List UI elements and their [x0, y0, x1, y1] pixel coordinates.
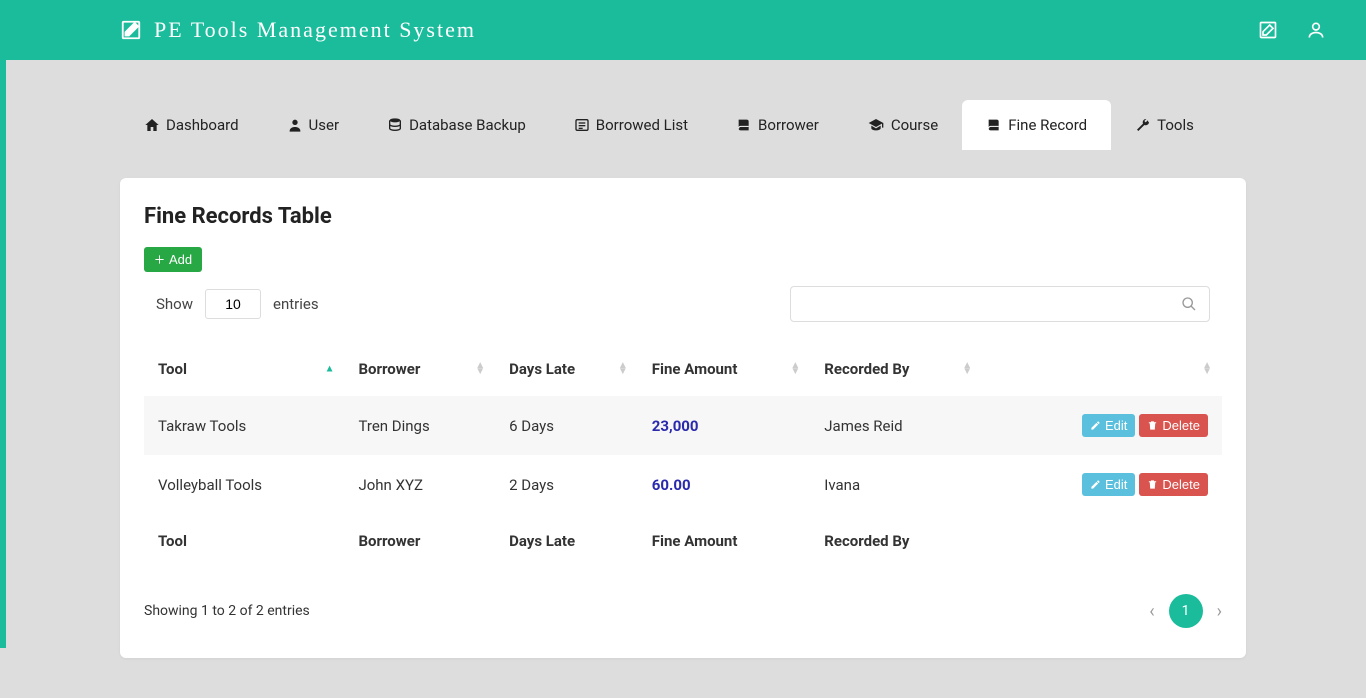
nav-tabs: Dashboard User Database Backup Borrowed …: [120, 100, 1246, 150]
compose-icon[interactable]: [1258, 20, 1278, 40]
cell-days-late: 6 Days: [495, 396, 638, 455]
col-fine-amount[interactable]: Fine Amount▲▼: [638, 342, 810, 396]
tab-database-backup[interactable]: Database Backup: [363, 100, 550, 150]
delete-button[interactable]: Delete: [1139, 473, 1208, 496]
trash-icon: [1147, 420, 1158, 431]
table-info: Showing 1 to 2 of 2 entries: [144, 603, 310, 619]
graduation-icon: [867, 117, 885, 133]
plus-icon: [154, 254, 165, 265]
database-icon: [387, 117, 403, 133]
sidebar-strip: [0, 0, 6, 648]
tab-label: Database Backup: [409, 116, 526, 134]
cell-fine-amount: 23,000: [638, 396, 810, 455]
tab-borrower[interactable]: Borrower: [712, 100, 843, 150]
book-icon: [986, 117, 1002, 133]
sort-icon: ▲▼: [790, 363, 800, 375]
col-days-late[interactable]: Days Late▲▼: [495, 342, 638, 396]
search-icon: [1181, 296, 1197, 312]
tab-tools[interactable]: Tools: [1111, 100, 1218, 150]
edit-button[interactable]: Edit: [1082, 414, 1135, 437]
foot-tool: Tool: [144, 514, 344, 568]
content: Dashboard User Database Backup Borrowed …: [0, 60, 1366, 698]
tab-borrowed-list[interactable]: Borrowed List: [550, 100, 712, 150]
sort-icon: ▲▼: [475, 363, 485, 375]
pencil-icon: [1090, 420, 1101, 431]
tab-dashboard[interactable]: Dashboard: [120, 100, 263, 150]
tab-label: Borrowed List: [596, 116, 688, 134]
user-icon[interactable]: [1306, 20, 1326, 40]
foot-fine-amount: Fine Amount: [638, 514, 810, 568]
show-entries: Show entries: [156, 289, 319, 319]
entries-label: entries: [273, 295, 319, 313]
tab-label: Borrower: [758, 116, 819, 134]
tab-fine-record[interactable]: Fine Record: [962, 100, 1111, 150]
tab-label: Tools: [1157, 116, 1194, 134]
tab-label: User: [309, 116, 340, 134]
sort-icon: ▲▼: [618, 363, 628, 375]
show-label: Show: [156, 295, 193, 313]
delete-button[interactable]: Delete: [1139, 414, 1208, 437]
col-recorded-by[interactable]: Recorded By▲▼: [810, 342, 982, 396]
cell-borrower: Tren Dings: [344, 396, 495, 455]
wrench-icon: [1135, 117, 1151, 133]
table-controls: Show entries: [144, 286, 1222, 322]
pagination: ‹ 1 ›: [1149, 594, 1222, 628]
page-title: Fine Records Table: [144, 204, 1222, 229]
brand-title: PE Tools Management System: [154, 17, 476, 43]
add-button[interactable]: Add: [144, 247, 202, 272]
edit-button[interactable]: Edit: [1082, 473, 1135, 496]
cell-borrower: John XYZ: [344, 455, 495, 514]
fine-records-table: Tool▲ Borrower▲▼ Days Late▲▼ Fine Amount…: [144, 342, 1222, 568]
home-icon: [144, 117, 160, 133]
list-icon: [574, 117, 590, 133]
page-number[interactable]: 1: [1169, 594, 1203, 628]
tab-label: Fine Record: [1008, 116, 1087, 134]
foot-borrower: Borrower: [344, 514, 495, 568]
cell-tool: Volleyball Tools: [144, 455, 344, 514]
cell-days-late: 2 Days: [495, 455, 638, 514]
cell-actions: Edit Delete: [982, 396, 1222, 455]
next-page[interactable]: ›: [1217, 601, 1222, 622]
foot-actions: [982, 514, 1222, 568]
cell-recorded-by: James Reid: [810, 396, 982, 455]
table-row: Volleyball ToolsJohn XYZ2 Days60.00Ivana…: [144, 455, 1222, 514]
entries-input[interactable]: [205, 289, 261, 319]
tab-user[interactable]: User: [263, 100, 364, 150]
prev-page[interactable]: ‹: [1149, 601, 1154, 622]
book-icon: [736, 117, 752, 133]
cell-recorded-by: Ivana: [810, 455, 982, 514]
user-icon: [287, 117, 303, 133]
foot-days-late: Days Late: [495, 514, 638, 568]
top-navbar: PE Tools Management System: [0, 0, 1366, 60]
cell-fine-amount: 60.00: [638, 455, 810, 514]
col-tool[interactable]: Tool▲: [144, 342, 344, 396]
cell-tool: Takraw Tools: [144, 396, 344, 455]
fine-records-card: Fine Records Table Add Show entries Tool…: [120, 178, 1246, 658]
edit-icon: [120, 19, 142, 41]
trash-icon: [1147, 479, 1158, 490]
pencil-icon: [1090, 479, 1101, 490]
sort-icon: ▲▼: [1202, 363, 1212, 375]
add-label: Add: [169, 252, 192, 267]
table-footer: Showing 1 to 2 of 2 entries ‹ 1 ›: [144, 594, 1222, 628]
brand: PE Tools Management System: [120, 17, 476, 43]
sort-icon: ▲▼: [962, 363, 972, 375]
foot-recorded-by: Recorded By: [810, 514, 982, 568]
search-input[interactable]: [803, 296, 1181, 312]
table-row: Takraw ToolsTren Dings6 Days23,000James …: [144, 396, 1222, 455]
tab-label: Course: [891, 116, 938, 134]
col-borrower[interactable]: Borrower▲▼: [344, 342, 495, 396]
search-box: [790, 286, 1210, 322]
tab-course[interactable]: Course: [843, 100, 962, 150]
cell-actions: Edit Delete: [982, 455, 1222, 514]
col-actions[interactable]: ▲▼: [982, 342, 1222, 396]
tab-label: Dashboard: [166, 116, 239, 134]
sort-asc-icon: ▲: [325, 364, 335, 375]
navbar-icons: [1258, 20, 1326, 40]
